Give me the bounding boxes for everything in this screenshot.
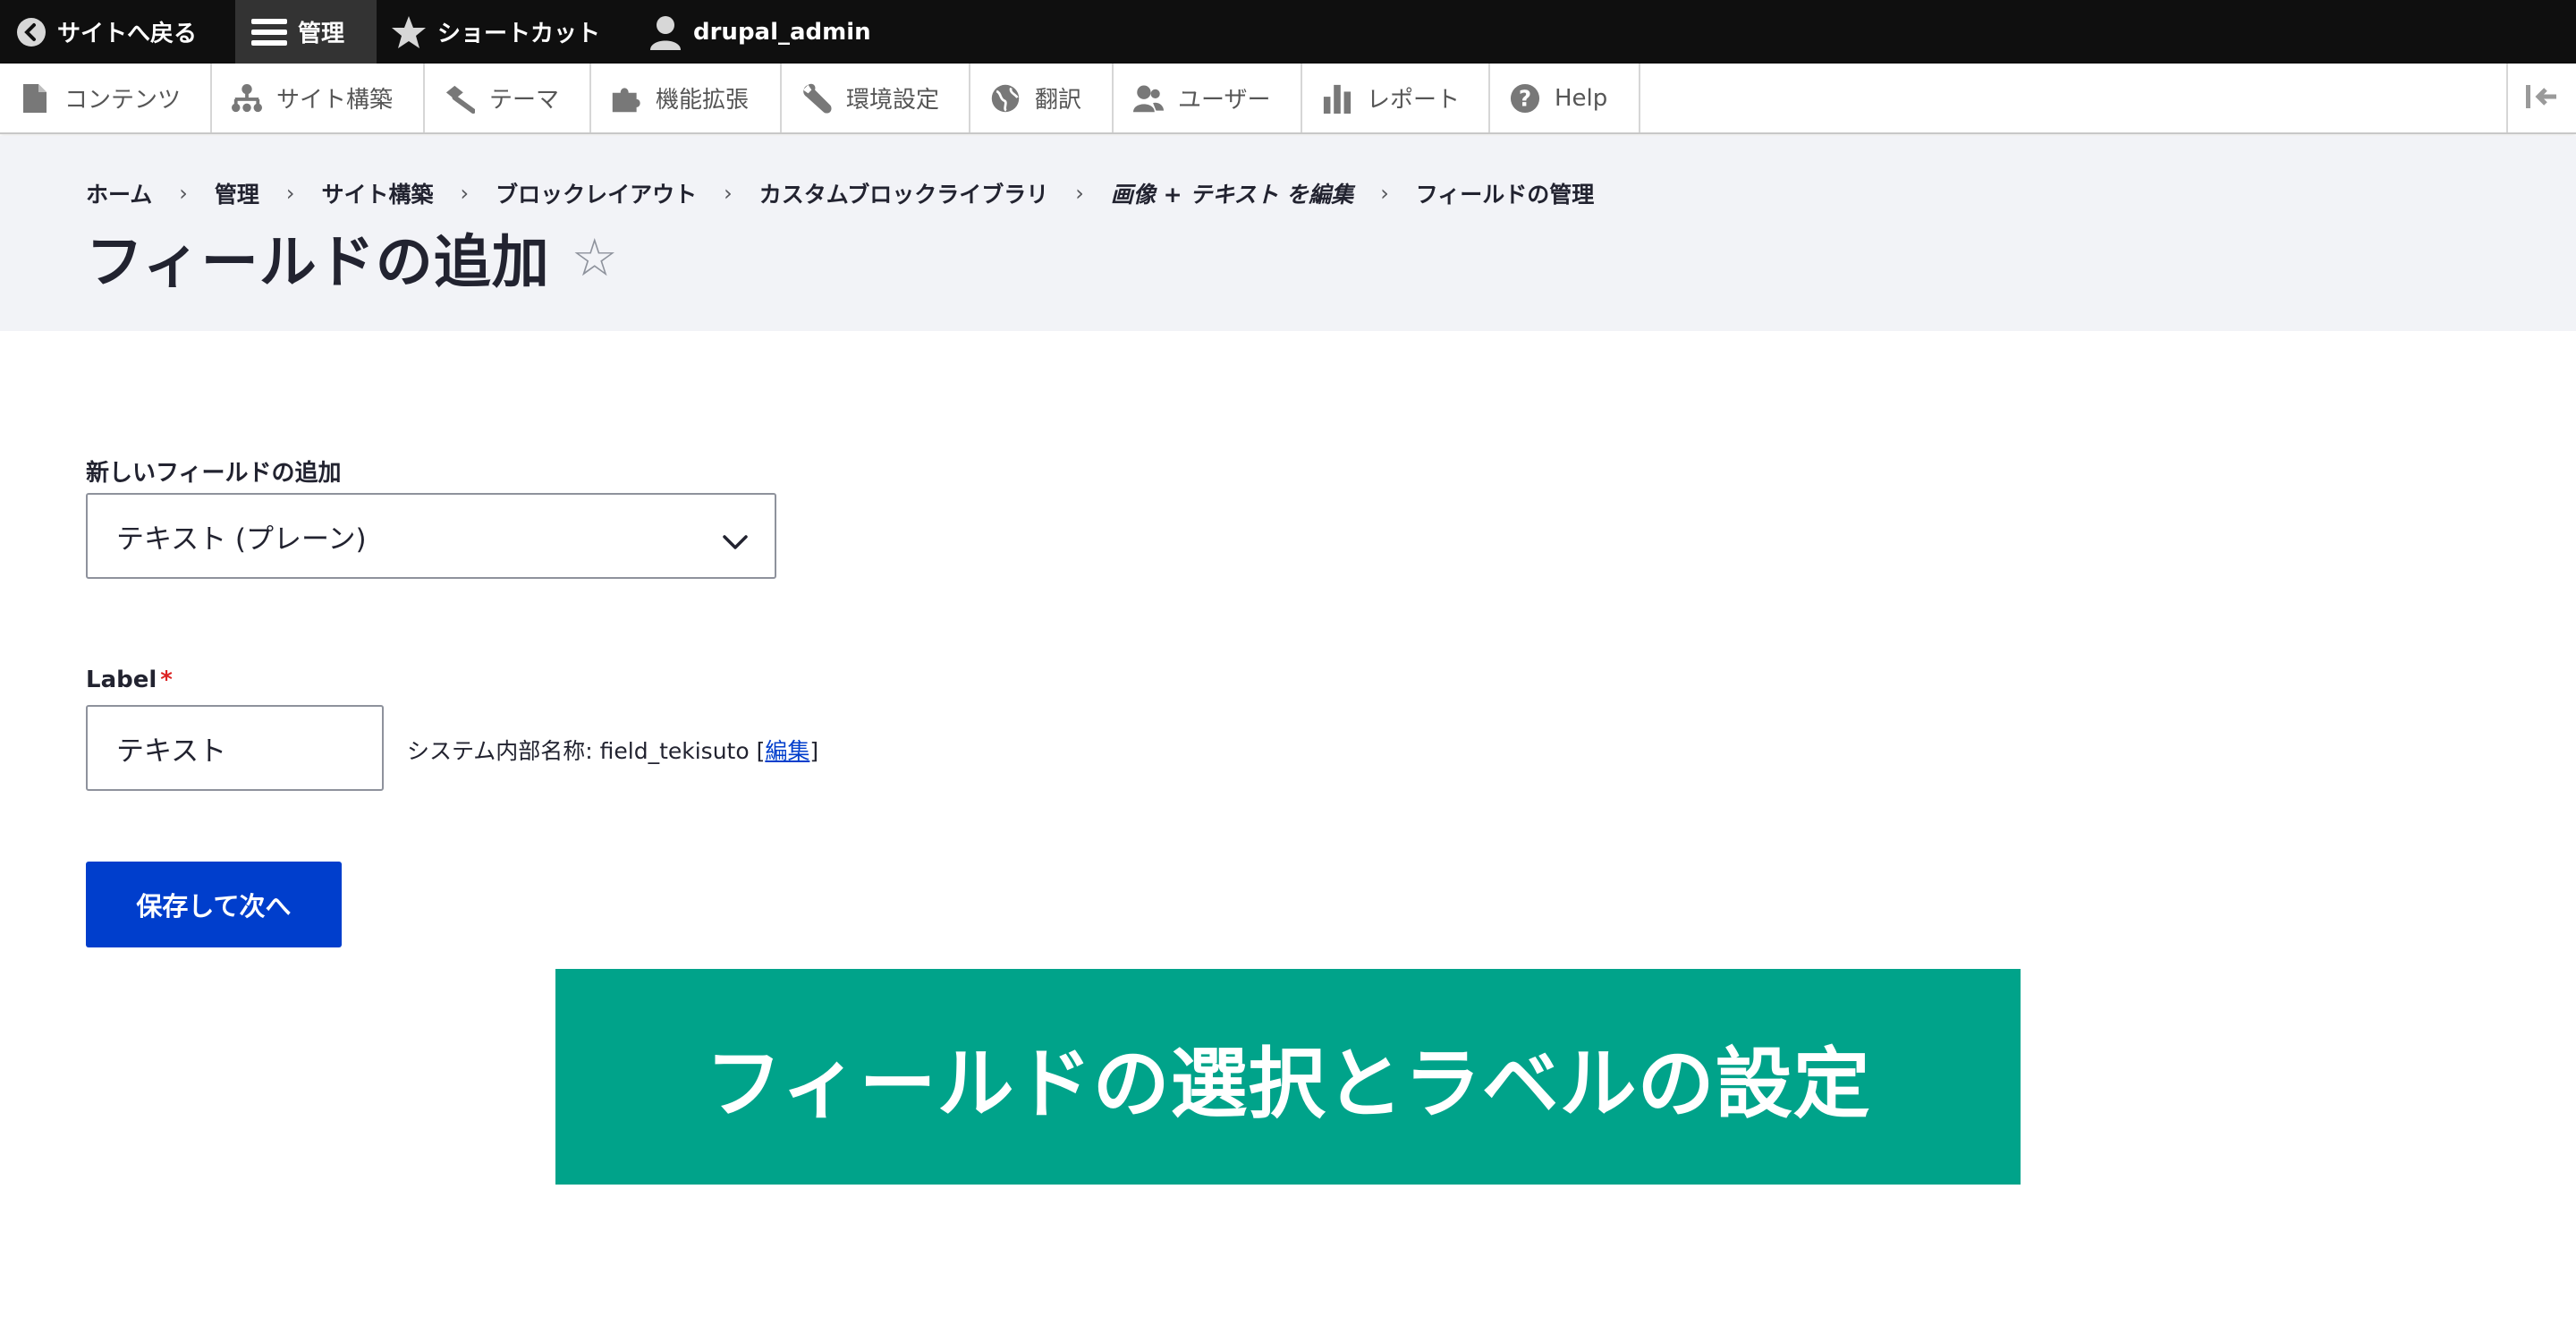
breadcrumb-link-block-layout[interactable]: ブロックレイアウト [496, 177, 697, 209]
label-input-value: テキスト [116, 735, 227, 768]
caption-banner: フィールドの選択とラベルの設定 [555, 969, 2021, 1185]
tray-orientation-toggle-button[interactable] [2506, 64, 2576, 132]
chevron-down-icon [723, 525, 748, 557]
new-field-label: 新しいフィールドの追加 [86, 460, 342, 487]
user-name-label: drupal_admin [693, 18, 871, 46]
toolbar-manage-tab[interactable]: 管理 [235, 0, 377, 64]
save-and-continue-button[interactable]: 保存して次へ [86, 862, 342, 947]
tray-item-appearance[interactable]: テーマ [425, 64, 591, 132]
star-icon [391, 15, 427, 49]
breadcrumb-separator-icon: › [724, 181, 733, 206]
tray-item-reports[interactable]: レポート [1302, 64, 1490, 132]
breadcrumb-link-manage-fields[interactable]: フィールドの管理 [1416, 177, 1595, 209]
breadcrumb-link-block-library[interactable]: カスタムブロックライブラリ [759, 177, 1049, 209]
breadcrumb-link-structure[interactable]: サイト構築 [322, 177, 434, 209]
machine-name-text: システム内部名称: field_tekisuto [ [407, 738, 766, 764]
machine-name-suffix: ] [809, 738, 819, 764]
tray-item-label: ユーザー [1178, 87, 1271, 114]
svg-text:?: ? [1519, 85, 1531, 111]
user-icon [648, 14, 682, 50]
breadcrumb-separator-icon: › [179, 181, 188, 206]
breadcrumb-link-admin[interactable]: 管理 [215, 177, 259, 209]
toolbar-shortcuts-tab[interactable]: ショートカット [391, 0, 600, 64]
tray-item-people[interactable]: ユーザー [1114, 64, 1302, 132]
help-icon: ? [1510, 83, 1540, 114]
breadcrumb-link-edit-block-type[interactable]: 画像 + テキスト を編集 [1111, 177, 1353, 209]
tray-item-label: 翻訳 [1035, 87, 1082, 114]
required-marker: * [160, 667, 173, 693]
breadcrumb-separator-icon: › [1380, 181, 1389, 206]
page-header: ホーム › 管理 › サイト構築 › ブロックレイアウト › カスタムブロックラ… [0, 136, 2576, 331]
tray-item-translate[interactable]: 翻訳 [970, 64, 1114, 132]
globe-icon [990, 83, 1021, 114]
bar-chart-icon [1322, 83, 1352, 114]
breadcrumb: ホーム › 管理 › サイト構築 › ブロックレイアウト › カスタムブロックラ… [86, 177, 1594, 209]
machine-name-info: システム内部名称: field_tekisuto [編集] [407, 734, 818, 766]
breadcrumb-separator-icon: › [285, 181, 295, 206]
label-field-label-container: Label * [86, 667, 173, 693]
chevron-left-circle-icon [16, 17, 47, 47]
shortcut-star-icon[interactable]: ☆ [572, 227, 619, 288]
tray-item-label: レポート [1367, 87, 1461, 114]
machine-name-edit-link[interactable]: 編集 [765, 738, 809, 764]
collapse-left-icon [2524, 83, 2560, 114]
new-field-type-select[interactable]: テキスト (プレーン) [86, 493, 776, 579]
admin-toolbar: サイトへ戻る 管理 ショートカット drupal_admin [0, 0, 2576, 64]
tray-item-config[interactable]: 環境設定 [782, 64, 970, 132]
wrench-icon [801, 83, 832, 114]
manage-label: 管理 [298, 21, 345, 47]
back-to-site-link[interactable]: サイトへ戻る [16, 0, 213, 64]
label-input[interactable]: テキスト [86, 705, 384, 791]
page-title-container: フィールドの追加 ☆ [86, 217, 619, 299]
sitemap-icon [232, 83, 262, 114]
paintbrush-icon [445, 83, 475, 114]
tray-item-help[interactable]: ? Help [1490, 64, 1640, 132]
tray-item-label: コンテンツ [64, 87, 182, 114]
shortcuts-label: ショートカット [437, 21, 601, 47]
tray-item-extend[interactable]: 機能拡張 [591, 64, 782, 132]
breadcrumb-separator-icon: › [460, 181, 470, 206]
hamburger-menu-icon [251, 17, 287, 47]
file-icon [20, 83, 50, 114]
toolbar-user-tab[interactable]: drupal_admin [648, 0, 871, 64]
puzzle-icon [611, 83, 641, 114]
tray-item-label: サイト構築 [276, 87, 394, 114]
tray-item-content[interactable]: コンテンツ [0, 64, 212, 132]
people-icon [1133, 83, 1164, 114]
tray-item-label: Help [1555, 84, 1608, 112]
new-field-type-value: テキスト (プレーン) [116, 522, 367, 556]
admin-menu-tray: コンテンツ サイト構築 テーマ 機能拡張 環境設定 翻訳 ユーザー レポート ?… [0, 64, 2576, 134]
breadcrumb-link-home[interactable]: ホーム [86, 177, 152, 209]
page-title: フィールドの追加 [86, 230, 550, 296]
tray-item-label: 機能拡張 [656, 87, 750, 114]
breadcrumb-separator-icon: › [1075, 181, 1084, 206]
tray-item-label: 環境設定 [846, 87, 940, 114]
label-field-label: Label [86, 667, 157, 693]
tray-item-structure[interactable]: サイト構築 [212, 64, 425, 132]
tray-item-label: テーマ [489, 87, 560, 114]
back-to-site-label: サイトへ戻る [57, 21, 198, 47]
